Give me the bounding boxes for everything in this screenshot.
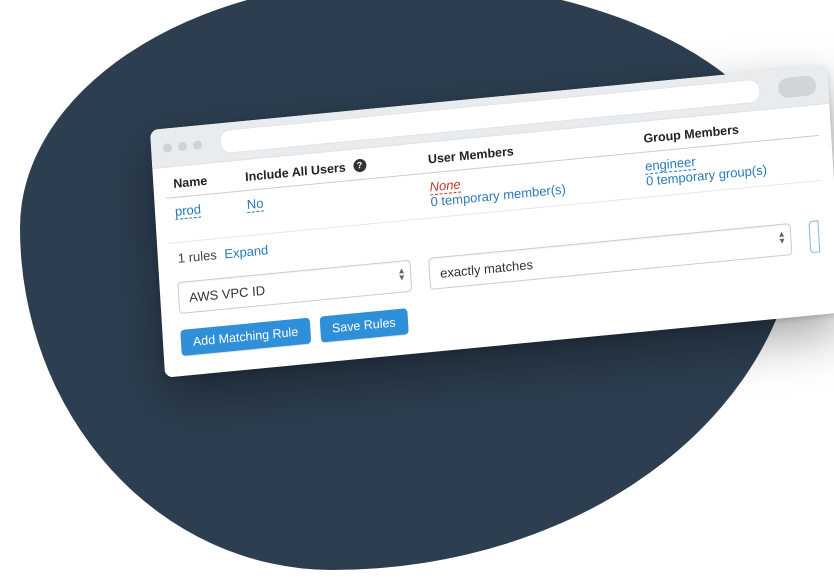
rules-count-text: 1 rules [177,247,217,266]
save-rules-button[interactable]: Save Rules [319,308,408,342]
minimize-icon[interactable] [178,141,188,151]
env-name-link[interactable]: prod [175,201,202,219]
chevron-updown-icon: ▴▾ [399,267,405,281]
expand-rules-link[interactable]: Expand [224,242,269,261]
chevron-updown-icon: ▴▾ [779,231,785,245]
rule-field-value: AWS VPC ID [189,282,266,304]
help-icon[interactable]: ? [353,158,367,172]
add-matching-rule-button[interactable]: Add Matching Rule [180,318,311,356]
close-icon[interactable] [163,142,173,152]
window-controls [163,140,202,153]
fullscreen-icon[interactable] [193,140,203,150]
browser-action-button[interactable] [778,75,817,99]
rule-operator-value: exactly matches [440,256,534,280]
rule-value-input-stub[interactable] [808,220,820,253]
include-all-users-toggle[interactable]: No [246,195,264,213]
